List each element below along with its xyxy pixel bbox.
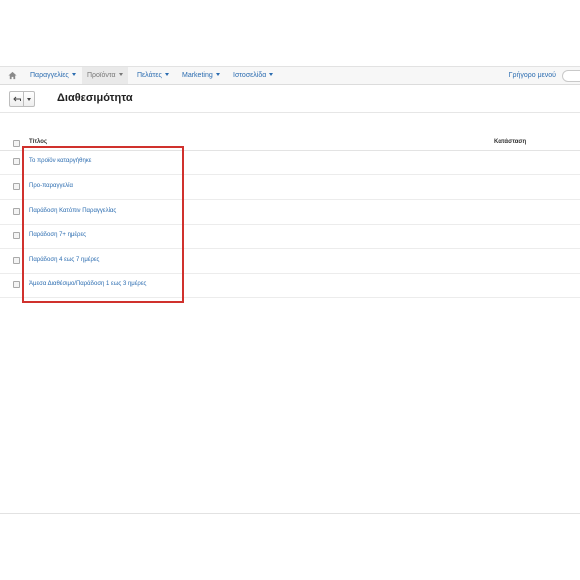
caret-down-icon (27, 97, 31, 101)
top-navigation: Παραγγελίες Προϊόντα Πελάτες Marketing Ι… (0, 67, 580, 85)
nav-website[interactable]: Ιστοσελίδα (228, 67, 278, 84)
row-checkbox[interactable] (13, 257, 20, 264)
table-header: Τίτλος Κατάσταση (0, 136, 580, 151)
caret-down-icon (118, 73, 123, 76)
row-title-link[interactable]: Παράδοση 4 εως 7 ημέρες (29, 257, 99, 263)
caret-down-icon (71, 73, 76, 76)
nav-products[interactable]: Προϊόντα (82, 67, 128, 84)
row-title-link[interactable]: Προ-παραγγελία (29, 183, 73, 189)
select-all-checkbox[interactable] (13, 140, 20, 147)
nav-customers[interactable]: Πελάτες (132, 67, 174, 84)
column-title-header[interactable]: Τίτλος (29, 139, 47, 145)
row-title-link[interactable]: Άμεσα Διαθέσιμο/Παράδοση 1 εως 3 ημέρες (29, 281, 146, 287)
caret-down-icon (215, 73, 220, 76)
table-row: Παράδοση 7+ ημέρες (0, 224, 580, 249)
table-row: Προ-παραγγελία (0, 175, 580, 200)
home-icon[interactable] (8, 71, 17, 80)
page-title: Διαθεσιμότητα (57, 92, 133, 104)
row-checkbox[interactable] (13, 208, 20, 215)
row-title-link[interactable]: Το προϊόν καταργήθηκε (29, 158, 91, 164)
nav-orders[interactable]: Παραγγελίες (25, 67, 81, 84)
back-button-group (9, 91, 35, 107)
page-header: Διαθεσιμότητα (0, 85, 580, 113)
back-button[interactable] (10, 92, 23, 106)
row-checkbox[interactable] (13, 281, 20, 288)
table-row: Παράδοση Κατόπιν Παραγγελίας (0, 200, 580, 225)
quick-menu-link[interactable]: Γρήγορο μενού (509, 67, 556, 84)
row-title-link[interactable]: Παράδοση 7+ ημέρες (29, 232, 86, 238)
row-title-link[interactable]: Παράδοση Κατόπιν Παραγγελίας (29, 208, 116, 214)
row-checkbox[interactable] (13, 183, 20, 190)
back-dropdown-button[interactable] (23, 92, 34, 106)
table-row: Παράδοση 4 εως 7 ημέρες (0, 249, 580, 274)
quick-menu-toggle[interactable] (562, 70, 580, 82)
column-status-header[interactable]: Κατάσταση (494, 139, 526, 145)
row-checkbox[interactable] (13, 232, 20, 239)
caret-down-icon (269, 73, 274, 76)
table-row: Το προϊόν καταργήθηκε (0, 150, 580, 175)
nav-marketing[interactable]: Marketing (177, 67, 225, 84)
admin-app: Παραγγελίες Προϊόντα Πελάτες Marketing Ι… (0, 66, 580, 514)
caret-down-icon (164, 73, 169, 76)
table-row: Άμεσα Διαθέσιμο/Παράδοση 1 εως 3 ημέρες (0, 273, 580, 298)
row-checkbox[interactable] (13, 158, 20, 165)
back-arrow-icon (12, 96, 21, 102)
